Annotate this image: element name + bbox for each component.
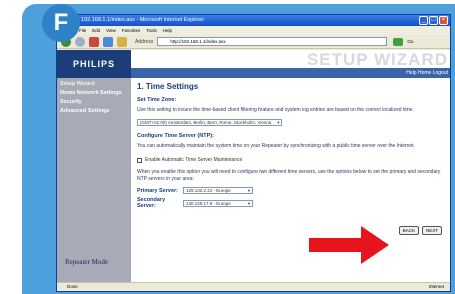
sidebar-item-advanced[interactable]: Advanced Settings	[57, 107, 131, 116]
menu-view[interactable]: View	[106, 26, 116, 35]
browser-window: 192.168.1.1/index.asx - Microsoft Intern…	[56, 14, 451, 292]
menu-edit[interactable]: Edit	[92, 26, 100, 35]
ntp-heading: Configure Time Server (NTP):	[137, 132, 214, 139]
router-page: PHILIPS SETUP WIZARD Help Home Logout Se…	[57, 50, 450, 284]
secondary-server-value: 130.149.17.8 - Europe	[186, 200, 231, 206]
enable-description: When you enable this option you will nee…	[137, 169, 441, 182]
page-header: PHILIPS SETUP WIZARD Help Home Logout	[57, 50, 450, 78]
back-button[interactable]: BACK	[398, 226, 419, 235]
menu-file[interactable]: File	[79, 26, 86, 35]
window-title: 192.168.1.1/index.asx - Microsoft Intern…	[81, 17, 205, 23]
main-content: 1. Time Settings Set Time Zone: Use this…	[131, 78, 450, 284]
window-titlebar: 192.168.1.1/index.asx - Microsoft Intern…	[57, 15, 450, 26]
maximize-button[interactable]: □	[429, 16, 438, 25]
setup-wizard-title: SETUP WIZARD	[306, 50, 448, 69]
status-left: Done	[67, 284, 78, 289]
home-icon[interactable]	[117, 36, 127, 47]
auto-time-checkbox-label: Enable Automatic Time Server Maintenance	[145, 157, 243, 163]
status-right: Internet	[428, 284, 444, 289]
menu-tools[interactable]: Tools	[146, 26, 157, 35]
minimize-button[interactable]: _	[419, 16, 428, 25]
step-badge: F	[42, 4, 80, 42]
secondary-server-select[interactable]: 130.149.17.8 - Europe	[183, 199, 253, 207]
red-arrow-icon	[309, 226, 389, 264]
sidebar: Setup Wizard Home Network Settings Secur…	[57, 78, 131, 284]
sidebar-item-home-network[interactable]: Home Network Settings	[57, 89, 131, 98]
time-zone-heading: Set Time Zone:	[137, 97, 177, 103]
menu-favorites[interactable]: Favorites	[122, 26, 141, 35]
secondary-server-label: Secondary Server:	[137, 197, 166, 209]
forward-icon[interactable]	[75, 36, 85, 47]
primary-server-label: Primary Server:	[137, 187, 178, 194]
address-label: Address	[135, 38, 154, 45]
address-bar[interactable]: http://192.168.1.1/index.asx	[157, 37, 388, 46]
address-value: http://192.168.1.1/index.asx	[170, 39, 226, 44]
time-zone-description: Use this setting to insure the time-base…	[137, 107, 414, 113]
time-zone-value: (GMT+01:00) Amsterdam, Berlin, Bern, Rom…	[140, 119, 272, 125]
next-button[interactable]: NEXT	[421, 226, 442, 235]
go-button[interactable]	[393, 37, 404, 46]
menu-help[interactable]: Help	[163, 26, 172, 35]
time-zone-select[interactable]: (GMT+01:00) Amsterdam, Berlin, Bern, Rom…	[137, 118, 283, 126]
primary-server-value: 129.132.2.21 - Europe	[186, 188, 231, 193]
menu-bar: File Edit View Favorites Tools Help	[57, 26, 450, 35]
philips-logo: PHILIPS	[57, 50, 131, 78]
stop-icon[interactable]	[89, 36, 99, 47]
sidebar-item-security[interactable]: Security	[57, 98, 131, 107]
page-title: 1. Time Settings	[137, 82, 199, 91]
go-label: Go	[407, 39, 414, 44]
help-links-bar: Help Home Logout	[131, 68, 450, 78]
status-bar: Done Internet	[57, 282, 450, 291]
repeater-mode-label: Repeater Mode	[65, 258, 108, 266]
refresh-icon[interactable]	[103, 36, 113, 47]
auto-time-checkbox[interactable]	[137, 157, 142, 163]
sidebar-item-setup-wizard[interactable]: Setup Wizard	[57, 80, 131, 89]
toolbar: Address http://192.168.1.1/index.asx Go	[57, 35, 450, 49]
close-button[interactable]: ×	[439, 16, 448, 25]
primary-server-select[interactable]: 129.132.2.21 - Europe	[183, 187, 253, 194]
help-links[interactable]: Help Home Logout	[406, 70, 448, 76]
ntp-description: You can automatically maintain the syste…	[137, 142, 416, 149]
